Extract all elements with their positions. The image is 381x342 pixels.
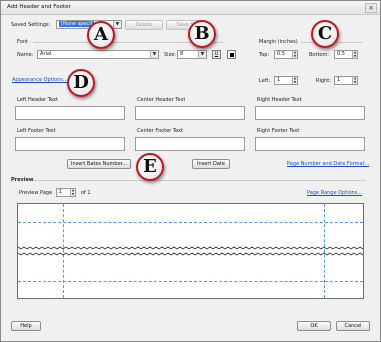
- preview-group-label: Preview: [11, 177, 34, 183]
- close-icon[interactable]: ×: [365, 3, 377, 13]
- dialog-title: Add Header and Footer: [7, 4, 71, 10]
- callout-b: B: [188, 20, 216, 48]
- center-header-field[interactable]: [135, 106, 245, 120]
- margin-top-label: Top:: [259, 52, 270, 58]
- ok-button[interactable]: OK: [297, 321, 331, 331]
- chevron-down-icon: ▼: [113, 21, 121, 28]
- margin-bottom-value: 0.5: [337, 51, 345, 57]
- right-header-label: Right Header Text: [257, 97, 302, 103]
- chevron-down-icon: ▼: [150, 51, 158, 58]
- page-number-date-format-link[interactable]: Page Number and Date Format...: [287, 161, 369, 167]
- margin-right-stepper[interactable]: 1 ▲ ▼: [334, 76, 358, 85]
- margin-bottom-label: Bottom:: [309, 52, 330, 58]
- font-size-select[interactable]: 8 ▼: [177, 50, 207, 59]
- margin-right-value: 1: [337, 77, 341, 83]
- preview-page-value: 1: [59, 189, 63, 195]
- callout-d: D: [67, 69, 95, 97]
- font-name-value: Arial: [40, 51, 52, 57]
- font-name-label: Name:: [17, 52, 34, 58]
- margin-group-label: Margin (inches): [259, 39, 298, 45]
- preview-pane: [17, 203, 364, 299]
- preview-group-divider: [33, 180, 366, 181]
- left-footer-field[interactable]: [15, 137, 125, 151]
- center-header-label: Center Header Text: [137, 97, 186, 103]
- help-button[interactable]: Help: [11, 321, 41, 331]
- center-footer-field[interactable]: [135, 137, 245, 151]
- left-footer-label: Left Footer Text: [17, 128, 56, 134]
- right-header-field[interactable]: [255, 106, 365, 120]
- spinner-arrows-icon[interactable]: ▲ ▼: [352, 50, 357, 58]
- spinner-arrows-icon[interactable]: ▲ ▼: [70, 188, 75, 196]
- saved-settings-label: Saved Settings:: [11, 22, 51, 28]
- top-margin-guide: [18, 222, 363, 223]
- margin-left-value: 1: [277, 77, 281, 83]
- cancel-button[interactable]: Cancel: [336, 321, 370, 331]
- margin-bottom-stepper[interactable]: 0.5 ▲ ▼: [334, 50, 358, 59]
- margin-left-label: Left:: [259, 78, 271, 84]
- title-bar: Add Header and Footer ×: [1, 1, 380, 15]
- margin-right-label: Right:: [316, 78, 331, 84]
- margin-top-value: 0.5: [277, 51, 285, 57]
- font-size-value: 8: [180, 51, 184, 57]
- insert-bates-number-button[interactable]: Insert Bates Number...: [67, 159, 131, 169]
- font-size-label: Size:: [164, 52, 176, 58]
- preview-page-stepper[interactable]: 1 ▲ ▼: [56, 188, 76, 197]
- margin-top-stepper[interactable]: 0.5 ▲ ▼: [274, 50, 298, 59]
- chevron-down-icon: ▼: [198, 51, 206, 58]
- appearance-options-link[interactable]: Appearance Options...: [12, 77, 68, 83]
- margin-left-stepper[interactable]: 1 ▲ ▼: [274, 76, 298, 85]
- delete-button[interactable]: Delete: [125, 20, 163, 30]
- font-name-select[interactable]: Arial ▼: [37, 50, 159, 59]
- spinner-arrows-icon[interactable]: ▲ ▼: [292, 50, 297, 58]
- callout-a: A: [87, 21, 115, 49]
- callout-c: C: [311, 20, 339, 48]
- center-footer-label: Center Footer Text: [137, 128, 184, 134]
- add-header-footer-dialog: Add Header and Footer × Saved Settings: …: [0, 0, 381, 342]
- right-footer-label: Right Footer Text: [257, 128, 300, 134]
- preview-page-label: Preview Page: [19, 190, 53, 196]
- font-group-label: Font: [17, 39, 28, 45]
- preview-page-count: of 1: [81, 190, 91, 196]
- page-range-options-link[interactable]: Page Range Options...: [307, 190, 362, 196]
- spinner-arrows-icon[interactable]: ▲ ▼: [292, 76, 297, 84]
- color-swatch-icon: [230, 53, 234, 57]
- spinner-arrows-icon[interactable]: ▲ ▼: [352, 76, 357, 84]
- left-header-label: Left Header Text: [17, 97, 58, 103]
- font-color-swatch[interactable]: [227, 50, 236, 59]
- insert-date-button[interactable]: Insert Date: [192, 159, 230, 169]
- right-footer-field[interactable]: [255, 137, 365, 151]
- left-header-field[interactable]: [15, 106, 125, 120]
- bottom-margin-guide: [18, 281, 363, 282]
- callout-e: E: [136, 153, 164, 181]
- underline-button[interactable]: U: [212, 50, 221, 59]
- page-break-tear-icon: [18, 246, 363, 256]
